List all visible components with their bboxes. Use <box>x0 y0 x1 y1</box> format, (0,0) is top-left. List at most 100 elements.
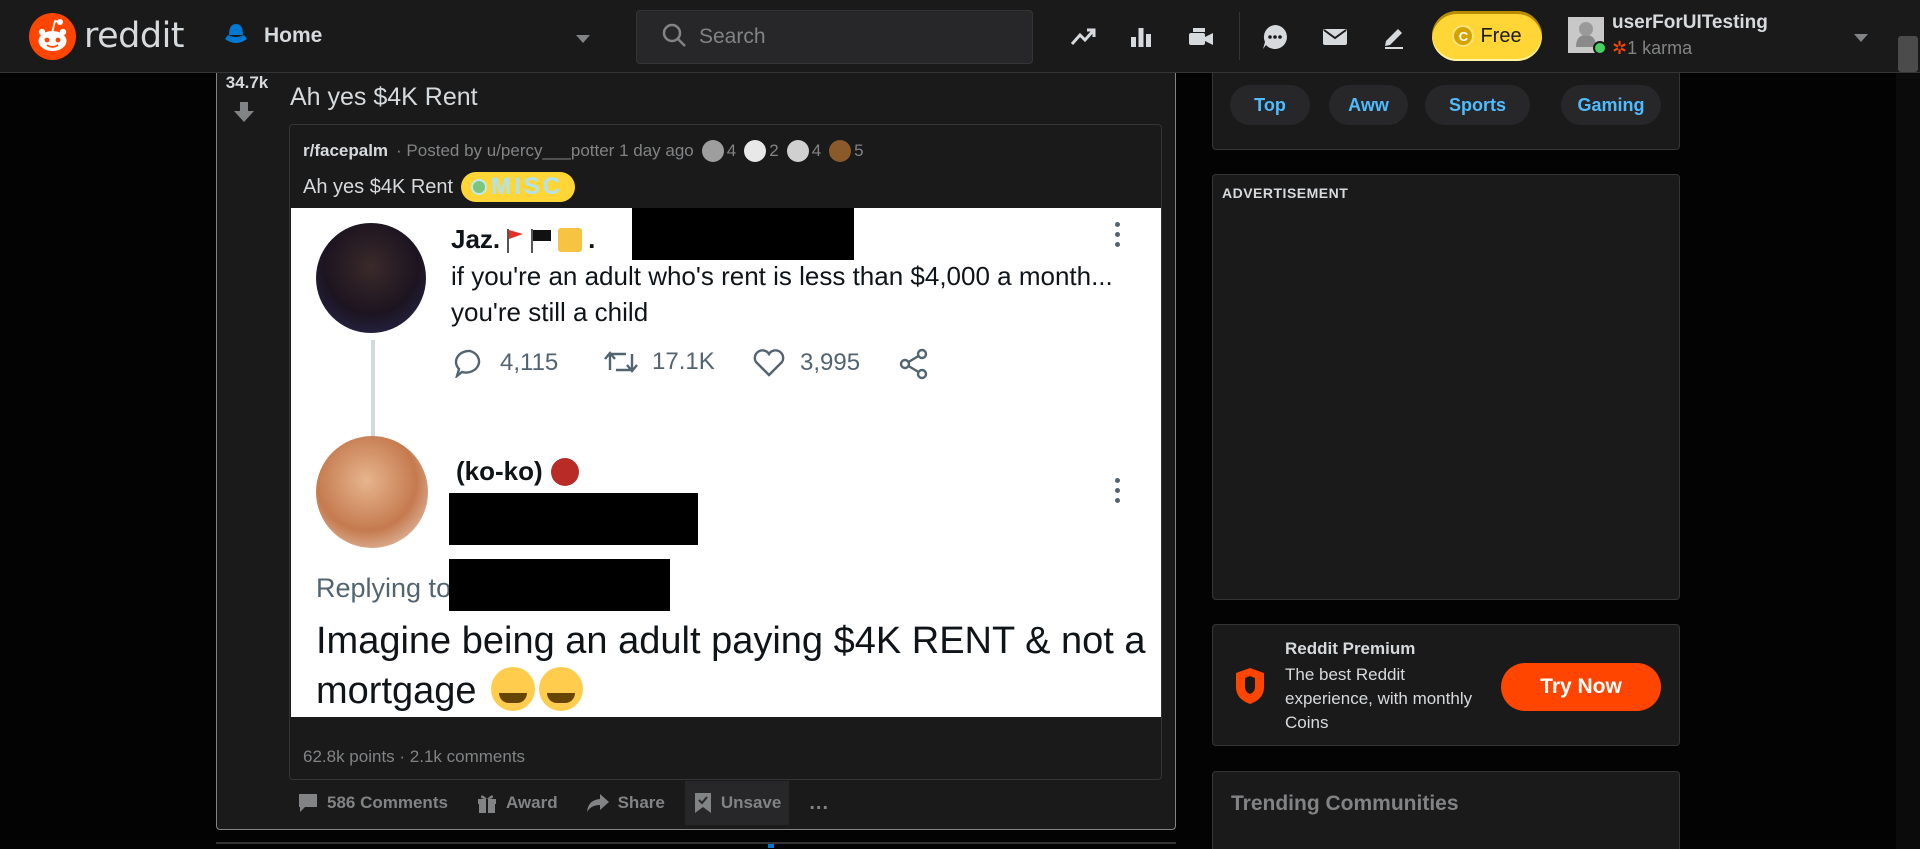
tweet-avatar-2 <box>316 436 428 548</box>
tweet-avatar-1 <box>316 223 426 333</box>
redaction-bar <box>449 559 670 611</box>
award-2[interactable]: 2 <box>744 140 779 162</box>
trending-communities-card: Trending Communities <box>1212 771 1680 849</box>
pill-sports[interactable]: Sports <box>1425 85 1530 125</box>
post-card[interactable]: 34.7k Ah yes $4K Rent r/facepalm · Poste… <box>216 73 1176 830</box>
user-dropdown[interactable]: userForUITesting ✲1 karma <box>1566 10 1876 62</box>
search-input[interactable] <box>697 24 997 50</box>
premium-description: The best Reddit experience, with monthly… <box>1285 665 1473 732</box>
post-title[interactable]: Ah yes $4K Rent <box>290 83 478 112</box>
share-button[interactable]: Share <box>578 781 673 825</box>
try-now-button[interactable]: Try Now <box>1501 663 1661 711</box>
trending-title: Trending Communities <box>1231 792 1459 815</box>
statistics-icon[interactable] <box>1124 20 1158 54</box>
crying-laughing-emoji-icon <box>539 667 584 711</box>
gift-icon <box>477 795 496 813</box>
username: userForUITesting <box>1612 12 1768 33</box>
home-label: Home <box>264 24 323 47</box>
reddit-snoo-icon <box>29 12 76 60</box>
tweet-text-1: if you're an adult who's rent is less th… <box>451 261 1113 327</box>
online-status-icon <box>1593 41 1607 55</box>
tweet-like: 3,995 <box>752 348 860 378</box>
advertisement-label: ADVERTISEMENT <box>1222 185 1349 201</box>
tweet-retweet: 17.1K <box>604 348 715 376</box>
premium-shield-icon <box>1233 667 1267 710</box>
downvote-icon[interactable] <box>233 100 255 129</box>
award-2-icon <box>744 140 767 162</box>
flair-badge[interactable]: MISC <box>461 172 576 202</box>
redaction-bar <box>449 493 698 545</box>
crosspost-title[interactable]: Ah yes $4K Rent MISC <box>303 172 576 202</box>
award-3[interactable]: 4 <box>786 140 821 162</box>
black-flag-icon <box>530 228 552 253</box>
award-4-icon <box>829 140 852 162</box>
crosspost-card[interactable]: r/facepalm · Posted by u/percy___potter … <box>289 124 1162 780</box>
post-image[interactable]: Jaz. . if you're an adult who's rent is … <box>291 208 1161 717</box>
reply-icon <box>454 349 481 378</box>
posted-by: · Posted by u/percy___potter 1 day ago <box>396 141 694 160</box>
home-icon <box>222 21 250 52</box>
flair-icon <box>471 179 488 195</box>
scrollbar-thumb[interactable] <box>1898 36 1918 72</box>
chevron-down-icon <box>1854 30 1868 48</box>
popular-icon[interactable] <box>1066 20 1100 54</box>
pill-top[interactable]: Top <box>1230 85 1310 125</box>
crying-laughing-emoji-icon <box>491 667 536 711</box>
share-icon <box>899 348 928 380</box>
award-3-icon <box>786 140 809 162</box>
progress-marker <box>768 844 774 848</box>
tweet-actions: 4,115 17.1K 3,995 <box>454 348 1054 388</box>
more-options-button[interactable]: ... <box>801 781 837 825</box>
reddit-logo[interactable]: reddit <box>29 12 185 60</box>
tweet-text-2: Imagine being an adult paying $4K RENT &… <box>316 620 1146 712</box>
coin-icon: C <box>1452 25 1475 47</box>
tweet-author-2: (ko-ko) <box>456 456 579 487</box>
pill-aww[interactable]: Aww <box>1329 85 1408 125</box>
free-label: Free <box>1480 24 1522 47</box>
tweet-share <box>897 348 931 380</box>
community-pills-card: Top Aww Sports Gaming <box>1212 73 1680 150</box>
comment-icon <box>299 794 317 812</box>
redaction-bar <box>632 208 854 260</box>
get-coins-button[interactable]: C Free <box>1432 11 1542 61</box>
emoji-icon <box>558 227 583 252</box>
karma-count: ✲1 karma <box>1612 38 1693 58</box>
premium-title: Reddit Premium <box>1285 639 1416 658</box>
reddit-wordmark: reddit <box>84 16 185 56</box>
post-actions: 586 Comments Award Share Unsave ... <box>289 781 849 825</box>
home-dropdown[interactable]: Home <box>218 14 598 58</box>
create-post-icon[interactable] <box>1377 20 1411 54</box>
pill-gaming[interactable]: Gaming <box>1561 85 1661 125</box>
header-divider <box>1239 12 1240 60</box>
next-post-card[interactable] <box>216 842 1176 849</box>
vote-score: 34.7k <box>225 73 269 92</box>
advertisement-card: ADVERTISEMENT <box>1212 174 1680 600</box>
award-1[interactable]: 4 <box>701 140 736 162</box>
karma-icon: ✲ <box>1612 38 1628 58</box>
top-header: reddit Home C Fr <box>0 0 1920 73</box>
bookmark-icon <box>694 793 711 813</box>
search-icon <box>661 22 687 53</box>
replying-to: Replying to <box>316 573 452 603</box>
devil-emoji-icon <box>550 457 579 486</box>
tweet-author-1: Jaz. . <box>451 224 596 254</box>
unsave-button[interactable]: Unsave <box>684 781 790 825</box>
crosspost-meta: r/facepalm · Posted by u/percy___potter … <box>303 140 864 162</box>
award-4[interactable]: 5 <box>829 140 864 162</box>
award-button[interactable]: Award <box>468 781 566 825</box>
red-flag-icon <box>506 228 524 253</box>
crosspost-stats[interactable]: 62.8k points · 2.1k comments <box>303 747 525 767</box>
share-arrow-icon <box>586 794 609 812</box>
subreddit-link[interactable]: r/facepalm <box>303 141 388 161</box>
more-options-icon <box>1115 478 1121 508</box>
chat-icon[interactable] <box>1258 20 1292 54</box>
comments-button[interactable]: 586 Comments <box>289 781 456 825</box>
scrollbar-track[interactable] <box>1896 73 1920 849</box>
rpan-icon[interactable] <box>1184 20 1218 54</box>
chevron-down-icon <box>576 31 590 49</box>
search-bar[interactable] <box>636 10 1033 64</box>
mail-icon[interactable] <box>1318 20 1352 54</box>
tweet-reply: 4,115 <box>454 348 558 378</box>
more-options-icon <box>1115 222 1121 252</box>
thread-line <box>371 340 375 438</box>
